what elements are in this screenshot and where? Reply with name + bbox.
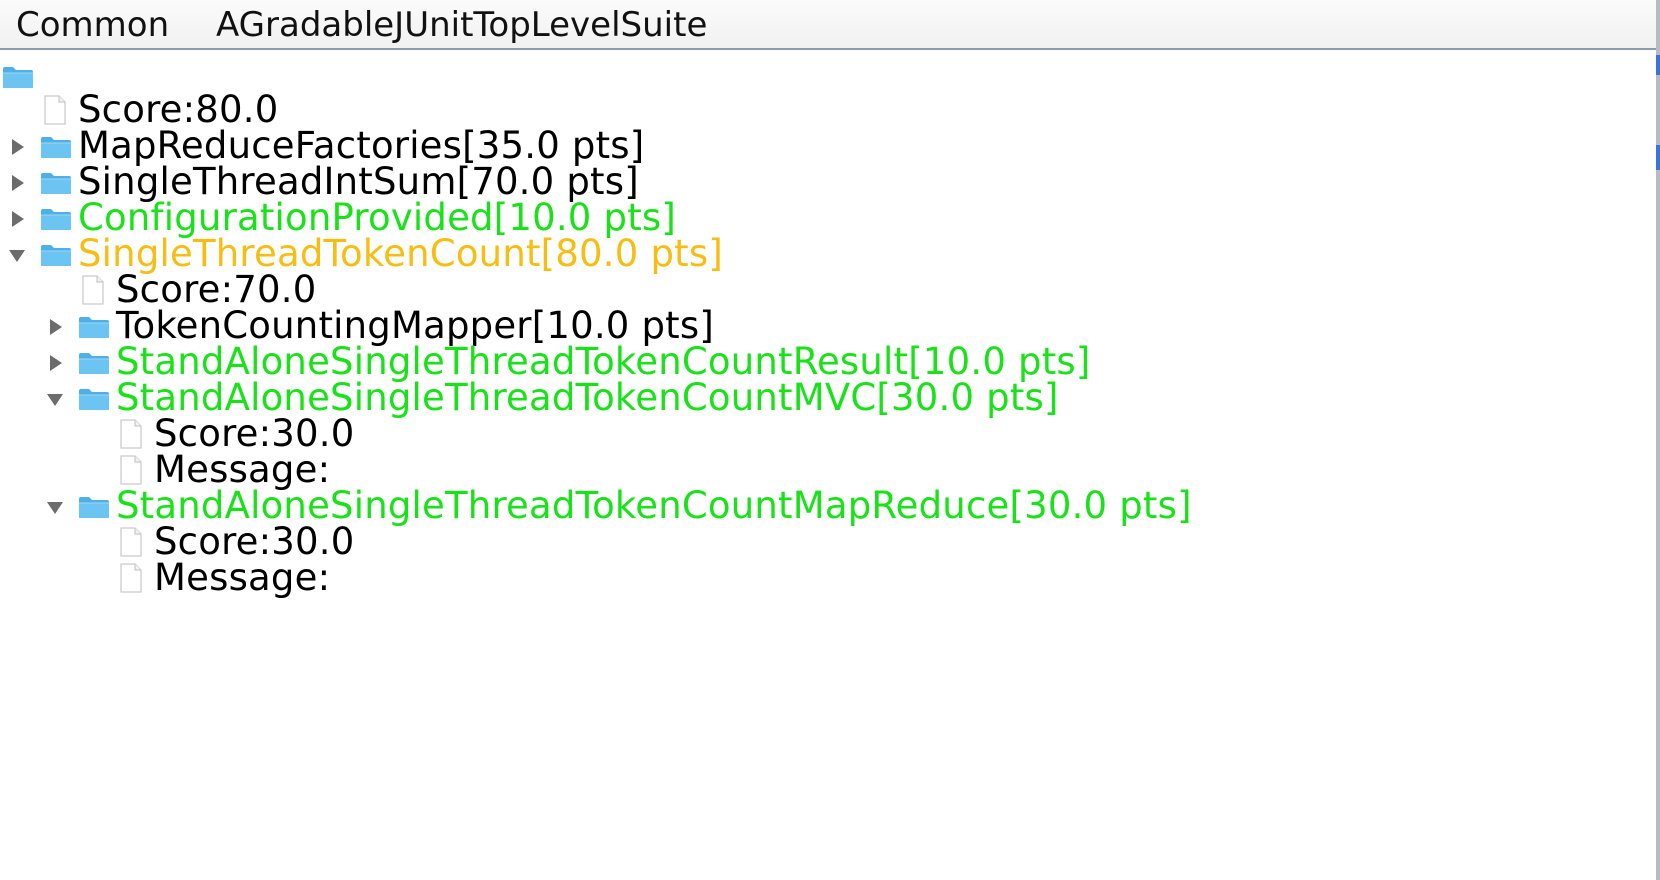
folder-icon (40, 171, 72, 195)
collapse-arrow-icon[interactable] (46, 380, 64, 418)
folder-open-icon (78, 387, 110, 411)
folder-icon (78, 315, 110, 339)
expand-arrow-icon[interactable] (8, 200, 26, 238)
window-edge (1656, 0, 1660, 880)
edge-marker (1656, 145, 1660, 170)
menu-bar: Common AGradableJUnitTopLevelSuite (0, 0, 1656, 50)
folder-open-icon (2, 65, 34, 89)
menu-common[interactable]: Common (16, 5, 169, 45)
expand-arrow-icon[interactable] (46, 308, 64, 346)
file-icon (119, 455, 143, 485)
collapse-arrow-icon[interactable] (46, 488, 64, 526)
file-icon (119, 563, 143, 593)
file-icon (43, 95, 67, 125)
tree-node-label: Message: (154, 556, 331, 599)
folder-open-icon (78, 495, 110, 519)
folder-icon (40, 207, 72, 231)
file-icon (81, 275, 105, 305)
tree-node-message[interactable]: Message: (0, 556, 1650, 599)
folder-open-icon (40, 243, 72, 267)
collapse-arrow-icon[interactable] (8, 236, 26, 274)
folder-icon (78, 351, 110, 375)
file-icon (119, 527, 143, 557)
edge-marker (1656, 55, 1660, 75)
menu-agradable-junit-top-level-suite[interactable]: AGradableJUnitTopLevelSuite (216, 5, 707, 45)
expand-arrow-icon[interactable] (8, 164, 26, 202)
file-icon (119, 419, 143, 449)
expand-arrow-icon[interactable] (46, 344, 64, 382)
folder-icon (40, 135, 72, 159)
expand-arrow-icon[interactable] (8, 128, 26, 166)
